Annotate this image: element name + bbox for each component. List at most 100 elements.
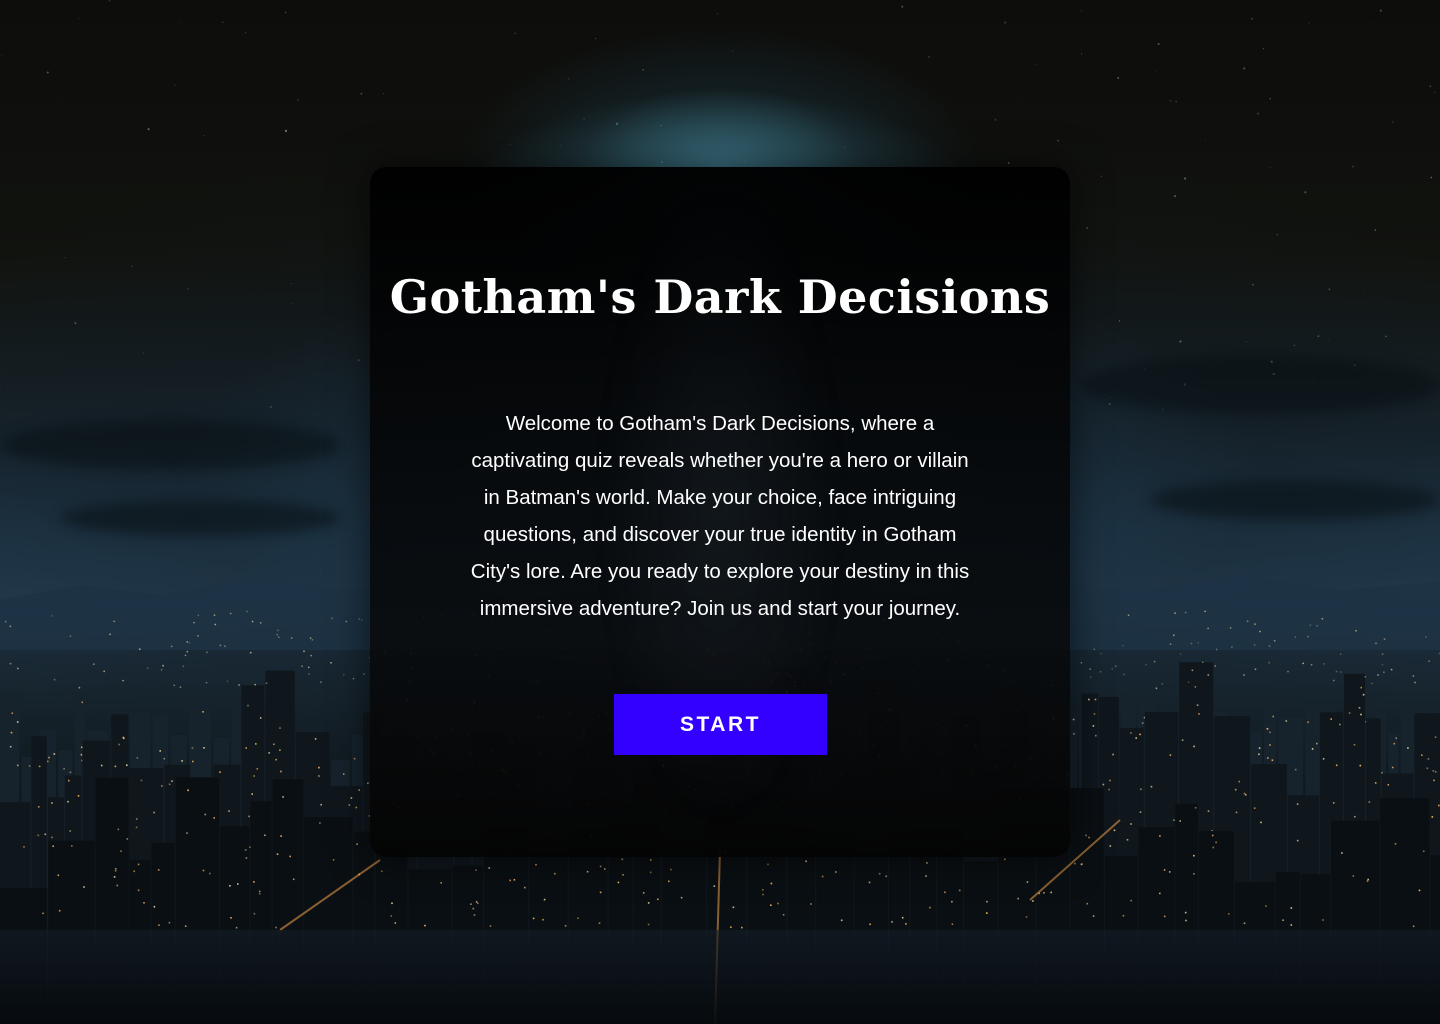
star xyxy=(1352,165,1354,168)
lit-window xyxy=(1102,783,1105,786)
distant-light xyxy=(113,620,116,623)
star xyxy=(1243,67,1246,70)
distant-light xyxy=(213,614,216,617)
lit-window xyxy=(1093,713,1096,715)
lit-window xyxy=(390,915,393,917)
lit-window xyxy=(44,833,47,836)
distant-light xyxy=(1340,671,1342,673)
lit-window xyxy=(1072,718,1075,721)
distant-light xyxy=(1099,670,1102,673)
star xyxy=(1317,335,1320,337)
lit-window xyxy=(1017,897,1019,900)
lit-window xyxy=(1269,731,1271,734)
distant-light xyxy=(193,621,196,624)
distant-light xyxy=(1310,663,1313,666)
lit-window xyxy=(202,711,204,713)
star xyxy=(108,0,111,2)
lit-window xyxy=(135,818,138,820)
lit-window xyxy=(1421,754,1423,756)
cloud xyxy=(1080,355,1440,415)
lit-window xyxy=(1086,902,1089,905)
lit-window xyxy=(253,775,255,777)
lit-window xyxy=(1088,836,1090,839)
distant-light xyxy=(138,648,141,650)
distant-light xyxy=(342,673,345,676)
lit-window xyxy=(1095,734,1097,737)
lit-window xyxy=(1360,713,1362,716)
distant-light xyxy=(1370,682,1373,685)
lit-window xyxy=(69,771,72,774)
lit-window xyxy=(1362,693,1365,696)
start-button[interactable]: START xyxy=(614,694,827,755)
star xyxy=(284,129,288,133)
distant-light xyxy=(1187,681,1190,684)
lit-window xyxy=(1272,715,1274,718)
lit-window xyxy=(1296,839,1299,842)
distant-light xyxy=(1111,668,1114,670)
distant-light xyxy=(1390,668,1393,671)
lit-window xyxy=(767,863,769,866)
lit-window xyxy=(1367,878,1369,881)
lit-window xyxy=(318,775,320,777)
lit-window xyxy=(885,875,887,878)
lit-window xyxy=(1163,869,1166,871)
lit-window xyxy=(23,846,25,848)
lit-window xyxy=(118,743,120,746)
lit-window xyxy=(1253,807,1256,809)
lit-window xyxy=(209,872,211,875)
lit-window xyxy=(37,806,40,808)
lit-window xyxy=(821,875,824,878)
distant-light xyxy=(303,650,305,653)
lit-window xyxy=(1135,737,1137,739)
star xyxy=(111,170,113,172)
lit-window xyxy=(58,909,61,912)
distant-light xyxy=(1383,638,1386,640)
lit-window xyxy=(1322,758,1325,760)
lit-window xyxy=(37,834,40,837)
lit-window xyxy=(1092,915,1095,917)
distant-light xyxy=(363,673,365,675)
lit-window xyxy=(1108,788,1110,791)
distant-light xyxy=(170,645,173,648)
star xyxy=(1007,162,1010,164)
lit-window xyxy=(230,917,232,919)
lit-window xyxy=(1360,686,1362,689)
lit-window xyxy=(1332,802,1335,804)
distant-light xyxy=(182,665,185,668)
distant-light xyxy=(1155,687,1158,690)
lit-window xyxy=(1422,850,1425,853)
lit-window xyxy=(219,771,221,773)
lit-window xyxy=(1311,748,1314,750)
star xyxy=(1100,175,1102,177)
distant-light xyxy=(1231,646,1233,648)
lit-window xyxy=(253,912,256,915)
distant-light xyxy=(1424,636,1427,639)
lit-window xyxy=(868,881,871,884)
lit-window xyxy=(161,785,163,787)
lit-window xyxy=(513,879,516,881)
distant-light xyxy=(1323,663,1325,665)
distant-light xyxy=(1093,648,1096,651)
lit-window xyxy=(67,800,69,803)
star xyxy=(594,37,596,39)
star xyxy=(901,5,904,8)
lit-window xyxy=(259,717,262,719)
lit-window xyxy=(1181,739,1184,741)
distant-light xyxy=(277,629,279,632)
star xyxy=(1293,344,1295,346)
lit-window xyxy=(279,727,281,729)
distant-light xyxy=(179,686,182,688)
distant-light xyxy=(186,641,189,643)
distant-light xyxy=(1364,675,1367,678)
lit-window xyxy=(732,906,735,909)
star xyxy=(1,54,3,57)
lit-window xyxy=(777,902,779,905)
lit-window xyxy=(840,919,843,922)
lit-window xyxy=(1341,852,1343,854)
lit-window xyxy=(1109,845,1112,847)
distant-light xyxy=(319,681,322,684)
star xyxy=(1308,22,1310,24)
lit-window xyxy=(1434,736,1437,738)
lit-window xyxy=(10,731,13,734)
distant-light xyxy=(160,668,163,671)
